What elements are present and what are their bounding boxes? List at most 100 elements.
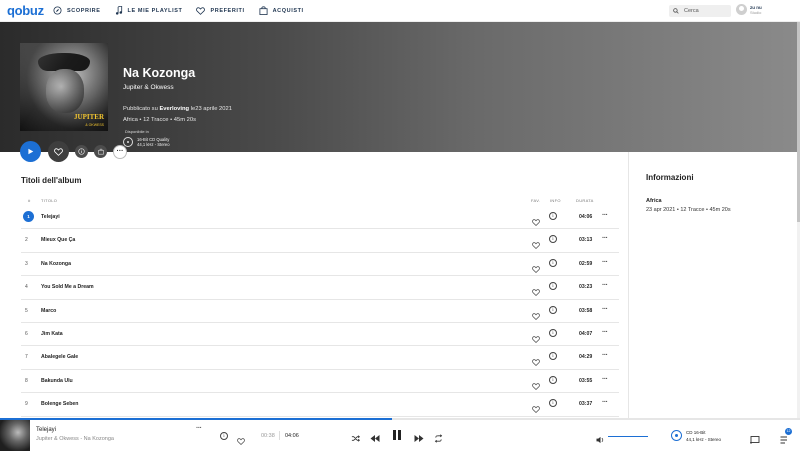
track-title[interactable]: You Sold Me a Dream [41,284,94,290]
track-more-icon[interactable]: ··· [602,212,608,219]
track-heart-icon[interactable] [532,236,540,254]
quality-icon [671,430,682,441]
nav-item-acquisti[interactable]: ACQUISTI [259,6,304,15]
quality-line-2: 44,1 kHz - Stereo [137,142,170,147]
track-row[interactable]: 8 Bakunda Ulu i 03:55 ··· [21,370,619,395]
track-more-icon[interactable]: ··· [602,235,608,242]
nav-item-scoprire[interactable]: SCOPRIRE [53,6,101,15]
track-duration: 04:29 [579,354,593,361]
shuffle-icon[interactable] [351,430,360,448]
queue-icon[interactable]: 12 [780,428,792,449]
track-heart-icon[interactable] [532,353,540,371]
track-row[interactable]: 1 Telejayi i 04:06 ··· [21,206,619,231]
user-menu[interactable]: zu nu Studio [736,4,762,15]
more-options-button[interactable]: ··· [113,144,127,159]
available-in-label: Disponibile in [125,129,149,134]
track-title[interactable]: Mieux Que Ça [41,237,75,243]
album-artist-link[interactable]: Jupiter & Okwess [123,84,174,91]
player-more-button[interactable]: ··· [196,425,202,432]
track-row[interactable]: 6 Jim Kata i 04:07 ··· [21,323,619,348]
search-icon [673,8,679,14]
track-more-icon[interactable]: ··· [602,399,608,406]
track-info-icon[interactable]: i [549,235,557,244]
track-row[interactable]: 5 Marco i 03:58 ··· [21,300,619,323]
track-duration: 04:07 [579,330,593,337]
track-heart-icon[interactable] [532,307,540,325]
track-more-icon[interactable]: ··· [602,376,608,383]
label-link[interactable]: Everloving [159,106,189,112]
track-duration: 03:55 [579,377,593,384]
now-playing-title[interactable]: Telejayi [36,427,56,433]
qobuz-logo[interactable]: qobuz [7,3,53,18]
column-title: TITOLO [41,198,58,203]
track-info-icon[interactable]: i [549,399,557,408]
info-icon [78,148,85,155]
track-row[interactable]: 4 You Sold Me a Dream i 03:23 ··· [21,276,619,301]
nav-item-label: SCOPRIRE [67,7,101,14]
track-info-icon[interactable]: i [549,328,557,337]
now-playing-subtitle[interactable]: Jupiter & Okwess - Na Kozonga [36,436,114,442]
track-info-icon[interactable]: i [549,375,557,384]
volume-slider[interactable] [608,436,648,437]
track-number: 7 [25,354,28,361]
next-track-icon[interactable] [414,430,424,448]
track-title[interactable]: Abalegele Gale [41,354,78,360]
track-row[interactable]: 7 Abalegele Gale i 04:29 ··· [21,346,619,371]
shopping-bag-icon [97,148,104,155]
track-more-icon[interactable]: ··· [602,352,608,359]
info-button[interactable] [75,145,88,158]
track-title[interactable]: Bakunda Ulu [41,378,73,384]
nav-item-playlist[interactable]: LE MIE PLAYLIST [115,6,183,15]
cast-icon[interactable] [750,431,760,449]
search-input[interactable]: Cerca [669,5,731,17]
track-heart-icon[interactable] [532,283,540,301]
player-info-icon[interactable]: i [220,432,228,440]
tracklist: 1 Telejayi i 04:06 ··· 2 Mieux Que Ça i 03:13 ···… [21,206,619,417]
track-more-icon[interactable]: ··· [602,306,608,313]
shopping-bag-icon [259,6,268,15]
track-info-icon[interactable]: i [549,352,557,361]
track-row[interactable]: 3 Na Kozonga i 02:59 ··· [21,253,619,278]
volume-icon[interactable] [596,431,605,449]
now-playing-cover[interactable] [0,420,30,451]
nav-item-label: ACQUISTI [272,7,304,14]
avatar [736,4,747,15]
track-title[interactable]: Bolenge Seben [41,401,78,407]
nav-item-preferiti[interactable]: PREFERITI [196,6,244,15]
track-more-icon[interactable]: ··· [602,282,608,289]
track-title[interactable]: Marco [41,308,56,314]
player-heart-icon[interactable] [237,432,245,450]
track-heart-icon[interactable] [532,330,540,348]
album-actions: ··· [20,141,127,162]
track-duration: 02:59 [579,260,593,267]
favorite-album-button[interactable] [48,141,69,162]
track-more-icon[interactable]: ··· [602,329,608,336]
track-heart-icon[interactable] [532,377,540,395]
album-cover: JUPITER & OKWESS [20,43,108,131]
track-info-icon[interactable]: i [549,282,557,291]
album-meta: Africa • 12 Tracce • 45m 20s [123,117,197,123]
track-duration: 04:06 [579,214,593,220]
track-title[interactable]: Na Kozonga [41,261,71,267]
playback-progress-bar[interactable] [0,418,800,420]
previous-track-icon[interactable] [370,430,380,448]
purchase-button[interactable] [94,145,107,158]
track-heart-icon[interactable] [532,260,540,278]
track-heart-icon[interactable] [532,400,540,418]
track-info-icon[interactable]: i [549,305,557,314]
column-duration: DURATA [576,198,594,203]
time-divider [279,431,280,440]
pause-icon[interactable] [392,428,402,446]
track-info-icon[interactable]: i [549,212,557,220]
elapsed-time: 00:38 [261,433,275,439]
track-heart-icon[interactable] [532,213,540,231]
track-info-icon[interactable]: i [549,258,557,267]
play-album-button[interactable] [20,141,41,162]
track-row[interactable]: 9 Bolenge Seben i 03:37 ··· [21,393,619,418]
info-genre-link[interactable]: Africa [646,198,662,204]
track-title[interactable]: Telejayi [41,214,60,220]
track-row[interactable]: 2 Mieux Que Ça i 03:13 ··· [21,229,619,254]
track-more-icon[interactable]: ··· [602,259,608,266]
track-title[interactable]: Jim Kata [41,331,63,337]
repeat-icon[interactable] [434,430,443,448]
